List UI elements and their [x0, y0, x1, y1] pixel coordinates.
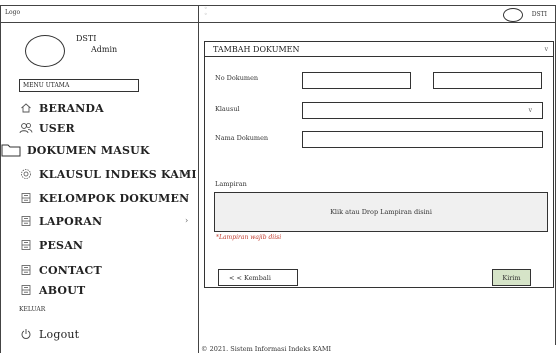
sidebar-item-kelompok-dokumen[interactable]: KELOMPOK DOKUMEN › — [19, 189, 189, 207]
chevron-right-icon: › — [185, 216, 189, 225]
profile-role: Admin — [91, 45, 118, 54]
back-button[interactable]: < < Kembali — [218, 269, 298, 286]
chevron-down-icon: v — [528, 107, 532, 114]
document-icon — [19, 191, 33, 205]
menu-header: MENU UTAMA — [19, 79, 139, 92]
no-dokumen-input[interactable] — [302, 72, 411, 89]
nama-dokumen-input[interactable] — [302, 131, 543, 148]
chevron-right-icon: › — [185, 193, 189, 202]
collapse-caret-icon[interactable]: v — [545, 46, 548, 53]
document-icon — [19, 238, 33, 252]
topbar-username[interactable]: DSTI — [532, 11, 547, 18]
tambah-dokumen-panel: TAMBAH DOKUMEN v No Dokumen Klausul v Na… — [204, 41, 554, 288]
no-dokumen-extra-input[interactable] — [433, 72, 542, 89]
sidebar-item-dokumen-masuk[interactable]: DOKUMEN MASUK — [1, 141, 150, 159]
panel-title: TAMBAH DOKUMEN — [213, 45, 300, 54]
submit-button-label: Kirim — [502, 273, 521, 282]
user-avatar-icon[interactable] — [503, 8, 523, 22]
sidebar-item-about[interactable]: ABOUT — [19, 281, 85, 299]
logo: Logo — [5, 9, 21, 16]
lampiran-label: Lampiran — [215, 180, 247, 188]
section-keluar: KELUAR — [19, 306, 46, 313]
no-dokumen-label: No Dokumen — [215, 74, 259, 82]
document-icon — [19, 283, 33, 297]
sidebar: DSTI Admin MENU UTAMA BERANDA USER DOKUM… — [0, 23, 199, 353]
klausul-label: Klausul — [215, 105, 240, 113]
power-icon — [19, 327, 33, 341]
panel-header: TAMBAH DOKUMEN v — [205, 42, 553, 57]
sidebar-item-klausul[interactable]: KLAUSUL INDEKS KAMI › — [19, 165, 197, 183]
sidebar-item-label: USER — [39, 121, 75, 135]
profile-name: DSTI — [76, 34, 97, 43]
klausul-select[interactable]: v — [302, 102, 543, 119]
sidebar-item-label: ABOUT — [39, 283, 86, 297]
nama-dokumen-label: Nama Dokumen — [215, 134, 269, 142]
sidebar-item-label: PESAN — [39, 238, 84, 252]
lampiran-dropzone[interactable]: Klik atau Drop Lampiran disini — [214, 192, 548, 232]
sidebar-item-label: BERANDA — [39, 101, 104, 115]
sidebar-item-label: KLAUSUL INDEKS KAMI — [39, 167, 197, 181]
menu-toggle-icon[interactable]: ◦ ◦ — [204, 6, 208, 18]
logout-label: Logout — [39, 327, 80, 341]
logout-button[interactable]: Logout — [19, 325, 79, 343]
submit-button[interactable]: Kirim — [492, 269, 531, 286]
footer-text: © 2021. Sistem Informasi Indeks KAMI — [201, 345, 332, 353]
main-content: TAMBAH DOKUMEN v No Dokumen Klausul v Na… — [199, 23, 556, 345]
folder-icon — [1, 143, 21, 157]
sidebar-item-user[interactable]: USER — [19, 119, 75, 137]
document-icon — [19, 214, 33, 228]
home-icon — [19, 101, 33, 115]
required-note: *Lampiran wajib diisi — [216, 234, 282, 241]
topbar-right: ◦ ◦ DSTI — [199, 5, 556, 23]
document-icon — [19, 263, 33, 277]
back-button-label: < < Kembali — [229, 273, 271, 282]
sidebar-item-beranda[interactable]: BERANDA — [19, 99, 104, 117]
sidebar-item-pesan[interactable]: PESAN — [19, 236, 83, 254]
sidebar-item-contact[interactable]: CONTACT — [19, 261, 102, 279]
dropzone-text: Klik atau Drop Lampiran disini — [330, 208, 432, 216]
sidebar-item-label: DOKUMEN MASUK — [27, 143, 150, 157]
sidebar-item-laporan[interactable]: LAPORAN › — [19, 212, 188, 230]
sidebar-item-label: KELOMPOK DOKUMEN — [39, 191, 190, 205]
chevron-right-icon: › — [185, 169, 189, 178]
sidebar-item-label: LAPORAN — [39, 214, 103, 228]
profile-avatar — [25, 35, 65, 67]
topbar-left: Logo — [0, 5, 199, 23]
users-icon — [19, 121, 33, 135]
sidebar-item-label: CONTACT — [39, 263, 102, 277]
gear-icon — [19, 167, 33, 181]
